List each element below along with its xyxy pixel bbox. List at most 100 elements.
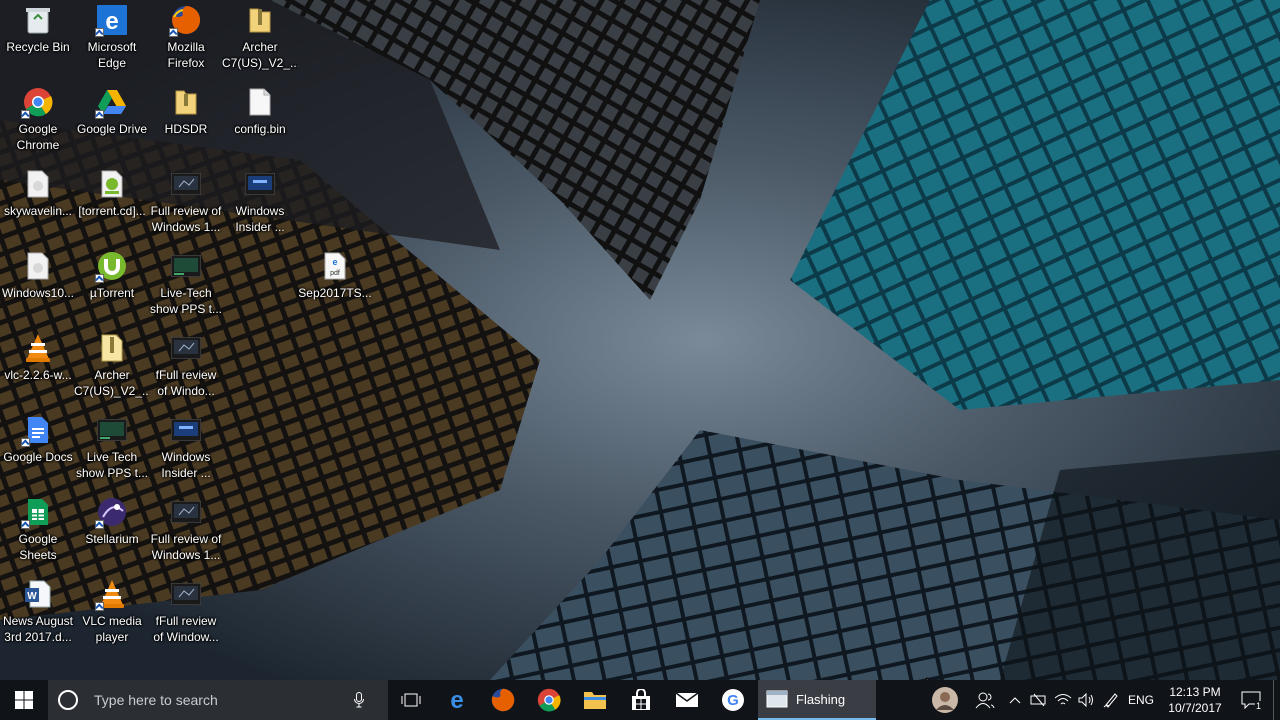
start-button[interactable] xyxy=(0,680,48,720)
desktop-icon-windows-insider-2[interactable]: Windows Insider ... xyxy=(148,410,224,490)
edge-icon: e xyxy=(95,4,128,37)
desktop-icon-archer-zip[interactable]: Archer C7(US)_V2_... xyxy=(74,328,150,408)
desktop-icon-label: [torrent.cd]... xyxy=(78,204,146,218)
taskbar-open-app-flashing[interactable]: Flashing xyxy=(758,680,876,720)
desktop-icon-live-tech-video[interactable]: Live Tech show PPS t... xyxy=(74,410,150,490)
desktop-icon-label: Recycle Bin xyxy=(6,40,70,54)
google-sheets-icon xyxy=(21,496,54,529)
desktop-icon-label: Full review of Windows 1... xyxy=(150,532,222,562)
firefox-icon xyxy=(169,4,202,37)
svg-text:W: W xyxy=(27,591,37,602)
desktop-icon-config-bin[interactable]: config.bin xyxy=(222,82,298,162)
svg-text:e: e xyxy=(105,8,118,35)
file-explorer-icon xyxy=(584,692,606,709)
taskbar-file-explorer-button[interactable] xyxy=(572,680,618,720)
desktop-icon-windows-insider-1[interactable]: Windows Insider ... xyxy=(222,164,298,244)
desktop-icon-hdsdr[interactable]: HDSDR xyxy=(148,82,224,162)
clock-date: 10/7/2017 xyxy=(1168,701,1222,715)
people-button[interactable] xyxy=(967,680,1003,720)
desktop-icon-sep2017-pdf[interactable]: e pdf Sep2017TS... xyxy=(297,246,373,326)
desktop-icon-skywavelin[interactable]: skywavelin... xyxy=(0,164,76,244)
clock[interactable]: 12:13 PM 10/7/2017 xyxy=(1159,684,1231,716)
search-box[interactable] xyxy=(48,680,388,720)
taskbar-store-button[interactable] xyxy=(618,680,664,720)
desktop-icon-google-docs[interactable]: Google Docs xyxy=(0,410,76,490)
desktop-icon-label: fFull review of Window... xyxy=(153,614,219,644)
desktop-icon-label: Google Chrome xyxy=(16,122,60,152)
desktop-icon-stellarium[interactable]: Stellarium xyxy=(74,492,150,572)
chevron-up-icon xyxy=(1009,697,1021,704)
desktop-icon-label: Google Docs xyxy=(3,450,73,464)
google-drive-icon xyxy=(95,86,128,119)
video-icon xyxy=(96,414,128,446)
taskbar: e G Flashing xyxy=(0,680,1280,720)
recycle-bin-icon xyxy=(22,4,54,36)
show-hidden-icons-button[interactable] xyxy=(1003,680,1027,720)
google-docs-icon xyxy=(21,414,54,447)
desktop-icon-news-august[interactable]: W News August 3rd 2017.d... xyxy=(0,574,76,654)
desktop-icon-windows10[interactable]: Windows10... xyxy=(0,246,76,326)
desktop-icon-label: µTorrent xyxy=(89,286,135,300)
taskbar-firefox-button[interactable] xyxy=(480,680,526,720)
pen-ink-icon xyxy=(1103,693,1118,708)
desktop-icon-archer-folder[interactable]: Archer C7(US)_V2_... xyxy=(222,0,298,80)
desktop-icon-full-review-2[interactable]: Full review of Windows 1... xyxy=(148,492,224,572)
desktop-icon-google-chrome[interactable]: Google Chrome xyxy=(0,82,76,162)
desktop-icon-google-drive[interactable]: Google Drive xyxy=(74,82,150,162)
microphone-icon[interactable] xyxy=(354,692,364,708)
svg-text:G: G xyxy=(727,692,739,709)
desktop-icon-label: Google Sheets xyxy=(18,532,58,562)
desktop-icon-recycle-bin[interactable]: Recycle Bin xyxy=(0,0,76,80)
desktop-icon-google-sheets[interactable]: Google Sheets xyxy=(0,492,76,572)
video-icon xyxy=(170,332,202,364)
svg-text:pdf: pdf xyxy=(330,270,340,277)
torrent-file-icon xyxy=(96,168,128,200)
video-icon xyxy=(170,578,202,610)
show-desktop-button[interactable] xyxy=(1273,680,1280,720)
firefox-icon xyxy=(491,688,515,712)
file-icon xyxy=(244,86,276,118)
desktop-icon-vlc-media-player[interactable]: VLC media player xyxy=(74,574,150,654)
speaker-icon xyxy=(1078,693,1093,707)
taskbar-mail-button[interactable] xyxy=(664,680,710,720)
desktop-icon-ffull-review-1[interactable]: fFull review of Windo... xyxy=(148,328,224,408)
vlc-icon xyxy=(95,578,128,611)
desktop-icon-mozilla-firefox[interactable]: Mozilla Firefox xyxy=(148,0,224,80)
desktop-icon-vlc-installer[interactable]: vlc-2.2.6-w... xyxy=(0,328,76,408)
desktop-icon-label: Archer C7(US)_V2_... xyxy=(74,368,150,398)
avatar xyxy=(932,687,958,713)
desktop-icon-live-tech-show[interactable]: Live-Tech show PPS t... xyxy=(148,246,224,326)
language-indicator[interactable]: ENG xyxy=(1123,680,1159,720)
desktop-icon-label: HDSDR xyxy=(164,122,208,136)
task-view-button[interactable] xyxy=(388,680,434,720)
vlc-icon xyxy=(22,332,54,364)
tray-volume-button[interactable] xyxy=(1075,680,1099,720)
file-icon xyxy=(22,250,54,282)
desktop-icon-ffull-review-2[interactable]: fFull review of Window... xyxy=(148,574,224,654)
search-input[interactable] xyxy=(92,691,346,709)
svg-text:e: e xyxy=(450,688,463,712)
tray-battery-button[interactable] xyxy=(1027,680,1051,720)
taskbar-edge-button[interactable]: e xyxy=(434,680,480,720)
desktop-icon-utorrent[interactable]: µTorrent xyxy=(74,246,150,326)
open-app-label: Flashing xyxy=(796,691,846,707)
desktop-icon-label: Mozilla Firefox xyxy=(167,40,205,70)
video-icon xyxy=(170,496,202,528)
desktop-icon-label: Archer C7(US)_V2_... xyxy=(222,40,298,70)
stellarium-icon xyxy=(95,496,128,529)
desktop-icon-full-review-1[interactable]: Full review of Windows 1... xyxy=(148,164,224,244)
desktop-icon-microsoft-edge[interactable]: e Microsoft Edge xyxy=(74,0,150,80)
tray-wifi-button[interactable] xyxy=(1051,680,1075,720)
desktop-icon-label: Live-Tech show PPS t... xyxy=(149,286,223,316)
action-center-button[interactable]: 1 xyxy=(1231,680,1271,720)
taskbar-google-button[interactable]: G xyxy=(710,680,756,720)
desktop-icon-torrent-file[interactable]: [torrent.cd]... xyxy=(74,164,150,244)
user-avatar-button[interactable] xyxy=(923,680,967,720)
edge-icon: e xyxy=(450,688,463,712)
video-icon xyxy=(170,414,202,446)
folder-icon xyxy=(170,86,202,118)
desktop-icon-label: skywavelin... xyxy=(3,204,73,218)
taskbar-chrome-button[interactable] xyxy=(526,680,572,720)
cortana-icon xyxy=(58,690,78,710)
tray-pen-button[interactable] xyxy=(1099,680,1123,720)
